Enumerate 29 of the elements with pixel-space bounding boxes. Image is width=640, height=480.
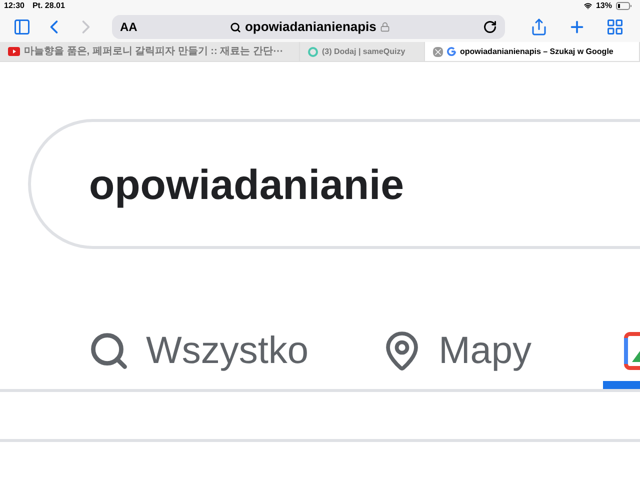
browser-tab[interactable]: opowiadanianienapis – Szukaj w Google	[425, 42, 640, 61]
g-logo-icon	[447, 47, 456, 56]
battery-percent: 13%	[596, 0, 612, 12]
search-field[interactable]: opowiadanianie	[28, 119, 640, 249]
lock-icon	[380, 22, 390, 32]
new-tab-icon[interactable]	[568, 18, 586, 36]
search-tab[interactable]: Wszystko	[88, 321, 309, 389]
browser-tab[interactable]: (3) Dodaj | sameQuizy	[300, 42, 425, 61]
browser-tab[interactable]: 마늘향을 품은, 페퍼로니 갈릭피자 만들기 :: 재료는 간단⋯	[0, 42, 300, 61]
tab-title: 마늘향을 품은, 페퍼로니 갈릭피자 만들기 :: 재료는 간단⋯	[24, 45, 283, 59]
tab-title: (3) Dodaj | sameQuizy	[322, 46, 406, 58]
status-time: 12:30	[4, 0, 24, 12]
search-icon	[230, 22, 241, 32]
sidebar-icon	[13, 18, 31, 36]
address-bar[interactable]: AA opowiadanianienapis	[112, 15, 505, 39]
address-text: opowiadanianienapis	[244, 18, 376, 36]
text-size-button[interactable]: AA	[120, 18, 138, 36]
q-logo-icon	[308, 46, 318, 56]
tabs-overview-icon[interactable]	[606, 18, 624, 36]
wifi-icon	[584, 2, 592, 10]
close-tab-icon[interactable]	[433, 46, 443, 56]
video-icon	[8, 47, 20, 56]
tab-title: opowiadanianienapis – Szukaj w Google	[460, 46, 614, 58]
reload-icon[interactable]	[483, 20, 497, 34]
status-date: Pt. 28.01	[32, 0, 65, 12]
search-icon	[88, 330, 130, 372]
share-icon[interactable]	[530, 18, 548, 36]
search-tab[interactable]: Mapy	[380, 321, 532, 389]
battery-icon	[616, 2, 632, 10]
